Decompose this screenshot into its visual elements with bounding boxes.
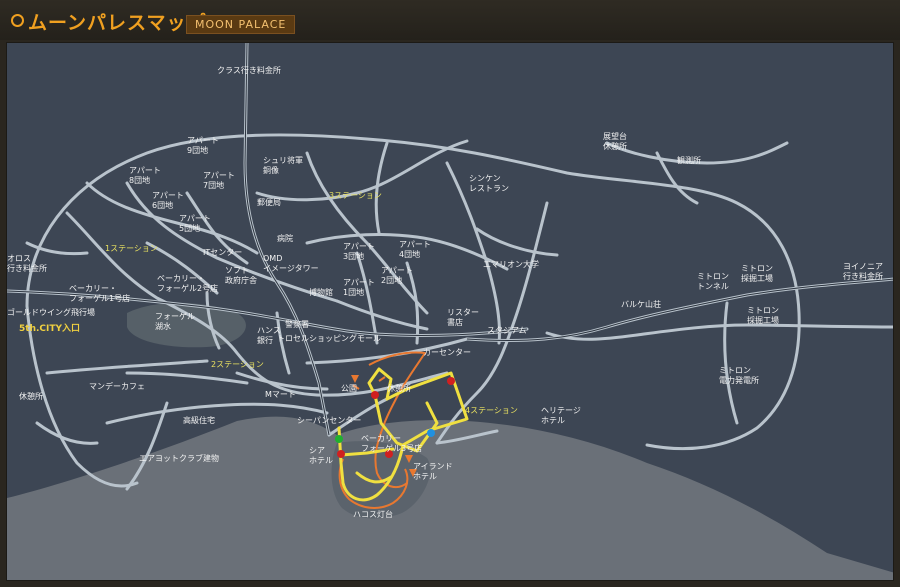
map-canvas[interactable]: クラス行き料金所アパート 8団地アパート 7団地アパート 9団地アパート 6団地アパート…: [7, 43, 894, 581]
map-label-sea-center: シーパンセンター: [297, 416, 361, 425]
map-label-police: 警察署: [285, 319, 309, 329]
map-label-kansoku: 観測所: [677, 155, 701, 165]
map-label-station3: 3ステーション: [329, 191, 382, 200]
map-label-rest-left: 休憩所: [19, 391, 43, 401]
map-label-emerion: エマリオン大学: [483, 259, 539, 269]
map-label-museum: 博物館: [309, 287, 333, 297]
map-view[interactable]: クラス行き料金所 アパート 8団地 アパート 7団地 アパート 9団地 アパート 6団地 アパート…: [6, 42, 894, 581]
map-label-mitron-tunnel: ミトロントンネル: [697, 272, 729, 291]
map-label-station1: 1ステーション: [105, 244, 158, 253]
waypoint-blue[interactable]: [427, 429, 435, 437]
map-label-crass-toll: クラス行き料金所: [217, 65, 281, 75]
map-label-mall: トロセルショッピングモール: [277, 333, 381, 343]
map-label-gold-wing: ゴールドウイング飛行場: [7, 307, 95, 317]
map-label-hospital: 病院: [277, 233, 293, 243]
map-label-yoinia: ヨイノニア行き料金所: [843, 262, 883, 281]
map-label-stadium: スタジアム: [487, 326, 526, 335]
map-label-mitron-site1: ミトロン採掘工場: [741, 264, 773, 283]
map-label-city-entrance: 5th.CITY入口: [19, 323, 80, 334]
map-label-station2: 2ステーション: [211, 360, 264, 369]
map-label-yacht: エアヨットクラブ建物: [139, 453, 219, 463]
map-label-mitron-site2: ミトロン採掘工場: [747, 306, 779, 325]
map-label-park: 公園: [341, 384, 357, 393]
waypoint-red-1[interactable]: [447, 377, 455, 385]
map-label-baruke: バルケ山荘: [621, 299, 661, 309]
map-label-koukyu: 高級住宅: [183, 415, 215, 425]
map-label-rest-office: 休憩所: [387, 383, 411, 393]
header-bar: ムーンパレスマップ MOON PALACE: [0, 0, 900, 40]
title-tag: MOON PALACE: [186, 15, 296, 34]
map-label-station4: 4ステーション: [465, 406, 518, 415]
circle-icon: [11, 14, 24, 27]
map-label-car-center: カーセンター: [423, 348, 471, 357]
waypoint-green[interactable]: [335, 435, 343, 443]
waypoint-red-3[interactable]: [337, 450, 345, 458]
page-title: ムーンパレスマップ: [28, 12, 207, 34]
waypoint-red-2[interactable]: [371, 391, 379, 399]
map-window: ムーンパレスマップ MOON PALACE クラス行き料金所 アパート 8団地 …: [0, 0, 900, 587]
map-label-monday-cafe: マンデーカフェ: [89, 381, 145, 391]
map-label-lighthouse: ハコス灯台: [353, 509, 393, 519]
map-label-it-center: ITセンター: [203, 248, 242, 257]
map-label-m-mart: Mマート: [265, 390, 296, 399]
map-label-post: 郵便局: [257, 197, 281, 207]
